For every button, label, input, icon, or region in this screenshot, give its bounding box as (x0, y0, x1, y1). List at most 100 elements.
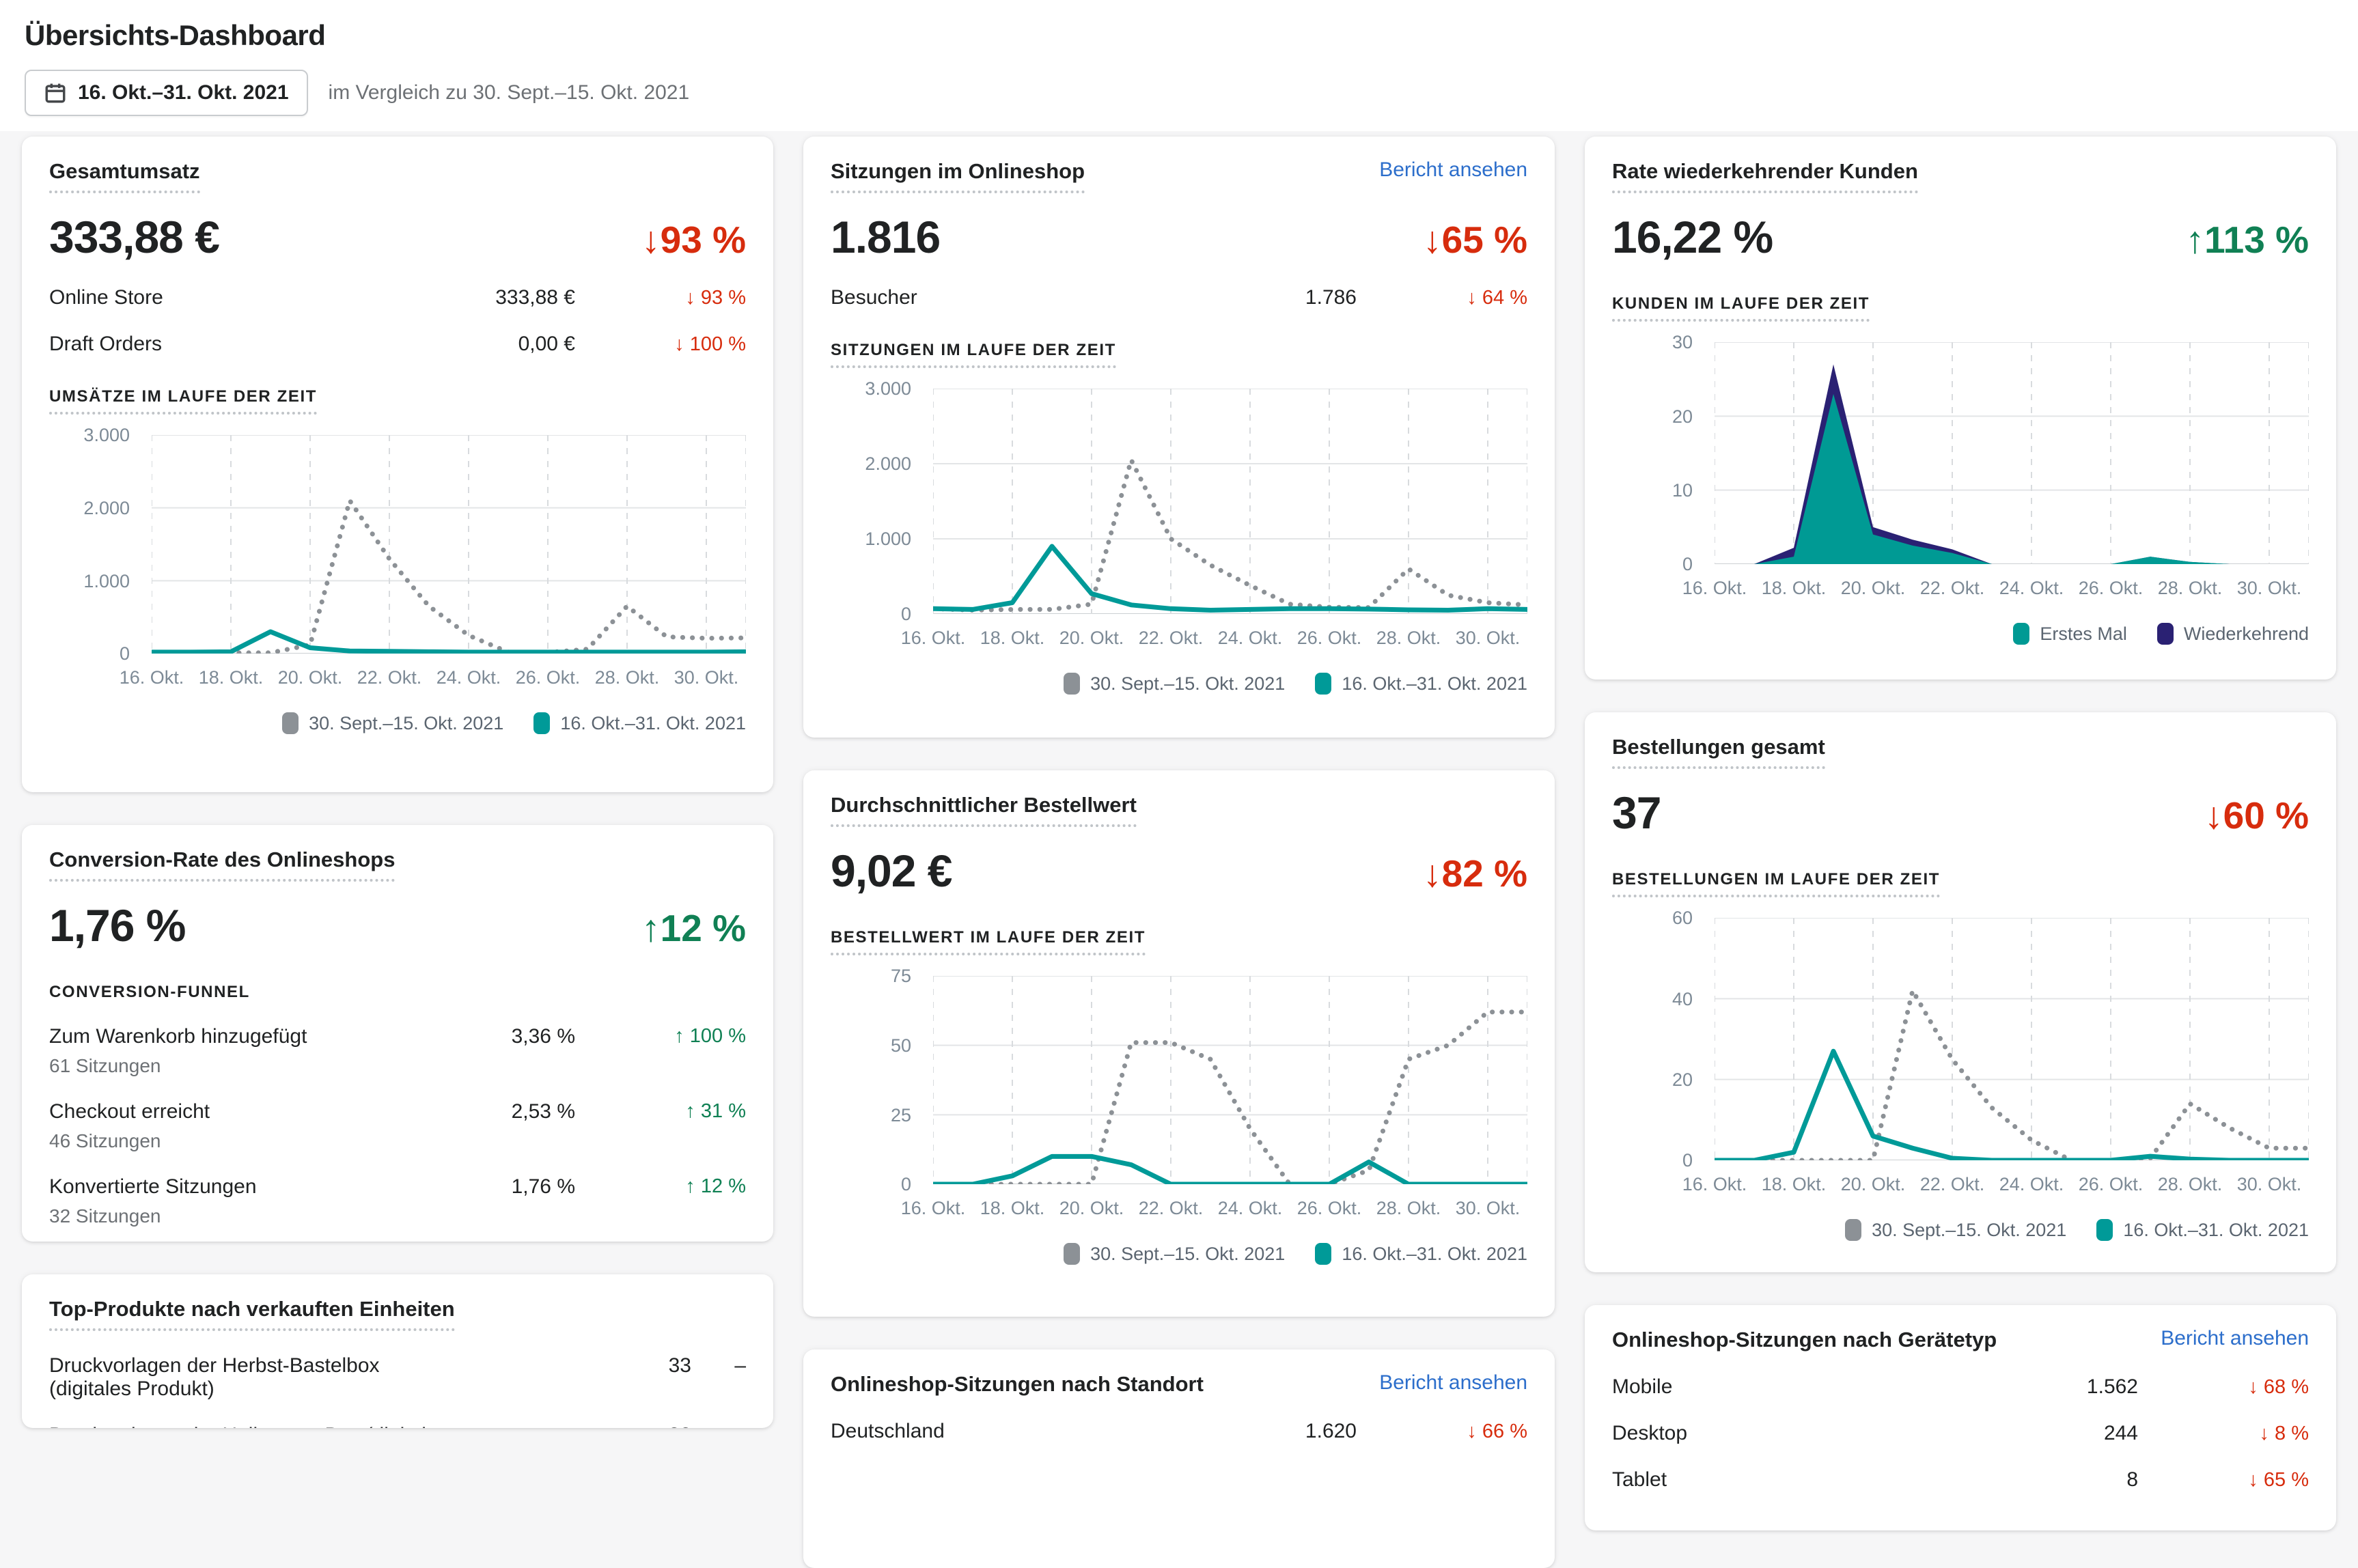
funnel-row: Checkout erreicht 46 Sitzungen 2,53 % ↑ … (49, 1100, 746, 1152)
device-delta: ↓ 68 % (2138, 1376, 2309, 1399)
section-label[interactable]: KUNDEN IM LAUFE DER ZEIT (1612, 294, 1870, 322)
funnel-step-delta: ↑ 31 % (575, 1100, 746, 1123)
card-sitzungen: Sitzungen im Onlineshop Bericht ansehen … (803, 137, 1555, 738)
device-label: Mobile (1612, 1375, 1913, 1399)
device-delta: ↓ 8 % (2138, 1423, 2309, 1445)
returning-rate-delta: ↑113 % (2186, 218, 2309, 262)
legend-label: Erstes Mal (2040, 624, 2127, 645)
product-units: 33 (466, 1354, 691, 1377)
column-middle: Sitzungen im Onlineshop Bericht ansehen … (803, 137, 1555, 1568)
funnel-step-value: 2,53 % (350, 1100, 575, 1123)
card-title-bestellungen[interactable]: Bestellungen gesamt (1612, 734, 1825, 769)
dashboard-grid: Gesamtumsatz 333,88 € ↓93 % Online Store… (0, 131, 2358, 1568)
legend-chip-previous (1845, 1219, 1861, 1241)
card-gesamtumsatz: Gesamtumsatz 333,88 € ↓93 % Online Store… (22, 137, 773, 792)
date-range-label: 16. Okt.–31. Okt. 2021 (78, 81, 289, 104)
legend-item-current: 16. Okt.–31. Okt. 2021 (2096, 1219, 2309, 1241)
legend-item-previous: 30. Sept.–15. Okt. 2021 (1064, 673, 1285, 695)
card-conversion-rate: Conversion-Rate des Onlineshops 1,76 % ↑… (22, 825, 773, 1242)
sessions-delta: ↓65 % (1423, 218, 1527, 262)
legend-label: 16. Okt.–31. Okt. 2021 (560, 713, 746, 734)
row-value: 0,00 € (350, 333, 575, 356)
page-title: Übersichts-Dashboard (25, 19, 2333, 52)
chart-legend: 30. Sept.–15. Okt. 2021 16. Okt.–31. Okt… (49, 712, 746, 734)
funnel-step-sessions: 61 Sitzungen (49, 1055, 350, 1077)
card-title-top-produkte[interactable]: Top-Produkte nach verkauften Einheiten (49, 1296, 455, 1331)
location-delta: ↓ 66 % (1357, 1420, 1527, 1443)
card-title-standort: Onlineshop-Sitzungen nach Standort (831, 1371, 1204, 1397)
legend-item-current: 16. Okt.–31. Okt. 2021 (1315, 673, 1527, 695)
table-row: Online Store 333,88 € ↓ 93 % (49, 286, 746, 309)
legend-chip-previous (1064, 1243, 1080, 1265)
legend-chip-current (1315, 673, 1331, 695)
product-delta: – (691, 1354, 746, 1377)
legend-label: 16. Okt.–31. Okt. 2021 (2123, 1220, 2309, 1241)
legend-label: 30. Sept.–15. Okt. 2021 (1090, 1244, 1285, 1265)
card-title-sitzungen[interactable]: Sitzungen im Onlineshop (831, 158, 1085, 193)
funnel-row: Konvertierte Sitzungen 32 Sitzungen 1,76… (49, 1175, 746, 1227)
legend-item-previous: 30. Sept.–15. Okt. 2021 (1845, 1219, 2066, 1241)
section-label[interactable]: BESTELLUNGEN IM LAUFE DER ZEIT (1612, 870, 1940, 897)
comparison-period-text: im Vergleich zu 30. Sept.–15. Okt. 2021 (329, 81, 690, 104)
view-report-link[interactable]: Bericht ansehen (2161, 1327, 2309, 1350)
legend-item-previous: 30. Sept.–15. Okt. 2021 (282, 712, 503, 734)
column-right: Rate wiederkehrender Kunden 16,22 % ↑113… (1585, 137, 2336, 1568)
legend-chip-current (1315, 1243, 1331, 1265)
row-label: Draft Orders (49, 333, 350, 356)
table-row: Besucher 1.786 ↓ 64 % (831, 286, 1527, 309)
column-left: Gesamtumsatz 333,88 € ↓93 % Online Store… (22, 137, 773, 1568)
legend-chip-first-time (2013, 623, 2029, 645)
table-row: Draft Orders 0,00 € ↓ 100 % (49, 333, 746, 356)
list-item: Druckvorlagen der Halloween-Box (digital… (49, 1424, 746, 1428)
section-label[interactable]: SITZUNGEN IM LAUFE DER ZEIT (831, 341, 1116, 368)
device-value: 244 (1913, 1422, 2138, 1445)
chart-legend: 30. Sept.–15. Okt. 2021 16. Okt.–31. Okt… (831, 673, 1527, 695)
row-delta: ↓ 100 % (575, 333, 746, 356)
funnel-row: Zum Warenkorb hinzugefügt 61 Sitzungen 3… (49, 1025, 746, 1077)
table-row: Desktop 244 ↓ 8 % (1612, 1422, 2309, 1445)
product-delta: – (691, 1424, 746, 1428)
funnel-step-delta: ↑ 12 % (575, 1175, 746, 1198)
card-title-gesamtumsatz[interactable]: Gesamtumsatz (49, 158, 200, 193)
legend-label: 30. Sept.–15. Okt. 2021 (1872, 1220, 2066, 1241)
section-label[interactable]: UMSÄTZE IM LAUFE DER ZEIT (49, 387, 317, 415)
legend-chip-returning (2157, 623, 2174, 645)
section-label[interactable]: BESTELLWERT IM LAUFE DER ZEIT (831, 928, 1146, 955)
card-title-bestellwert[interactable]: Durchschnittlicher Bestellwert (831, 792, 1137, 827)
total-sales-value: 333,88 € (49, 211, 219, 263)
date-filter-row: 16. Okt.–31. Okt. 2021 im Vergleich zu 3… (25, 70, 2333, 116)
section-label: CONVERSION-FUNNEL (49, 983, 250, 1002)
funnel-step-value: 3,36 % (350, 1025, 575, 1048)
card-standort: Onlineshop-Sitzungen nach Standort Beric… (803, 1349, 1555, 1568)
table-row: Tablet 8 ↓ 65 % (1612, 1468, 2309, 1492)
legend-label: 30. Sept.–15. Okt. 2021 (1090, 673, 1285, 695)
conversion-rate-delta: ↑12 % (641, 906, 746, 950)
total-sales-delta: ↓93 % (641, 218, 746, 262)
card-wiederkehrende-kunden: Rate wiederkehrender Kunden 16,22 % ↑113… (1585, 137, 2336, 680)
card-title-geraetetyp: Onlineshop-Sitzungen nach Gerätetyp (1612, 1327, 1997, 1352)
device-label: Desktop (1612, 1422, 1913, 1445)
device-value: 1.562 (1913, 1375, 2138, 1399)
row-delta: ↓ 64 % (1357, 287, 1527, 309)
legend-label: 16. Okt.–31. Okt. 2021 (1342, 1244, 1527, 1265)
product-name: Druckvorlagen der Herbst-Bastelbox (digi… (49, 1354, 466, 1401)
funnel-step-value: 1,76 % (350, 1175, 575, 1199)
revenue-over-time-chart: 3.0002.0001.000016. Okt.18. Okt.20. Okt.… (49, 435, 746, 695)
card-title-kunden[interactable]: Rate wiederkehrender Kunden (1612, 158, 1918, 193)
device-list: Mobile 1.562 ↓ 68 % Desktop 244 ↓ 8 % Ta… (1612, 1375, 2309, 1492)
legend-chip-current (533, 712, 550, 734)
card-title-conversion[interactable]: Conversion-Rate des Onlineshops (49, 847, 395, 882)
view-report-link[interactable]: Bericht ansehen (1379, 1371, 1527, 1395)
table-row: Mobile 1.562 ↓ 68 % (1612, 1375, 2309, 1399)
orders-over-time-chart: 604020016. Okt.18. Okt.20. Okt.22. Okt.2… (1612, 918, 2309, 1201)
row-label: Besucher (831, 286, 1131, 309)
legend-item-current: 16. Okt.–31. Okt. 2021 (533, 712, 746, 734)
row-value: 1.786 (1131, 286, 1357, 309)
legend-label: Wiederkehrend (2184, 624, 2309, 645)
view-report-link[interactable]: Bericht ansehen (1379, 158, 1527, 182)
date-range-button[interactable]: 16. Okt.–31. Okt. 2021 (25, 70, 308, 116)
row-delta: ↓ 93 % (575, 287, 746, 309)
calendar-icon (44, 81, 67, 104)
legend-chip-previous (1064, 673, 1080, 695)
conversion-funnel: Zum Warenkorb hinzugefügt 61 Sitzungen 3… (49, 1025, 746, 1227)
